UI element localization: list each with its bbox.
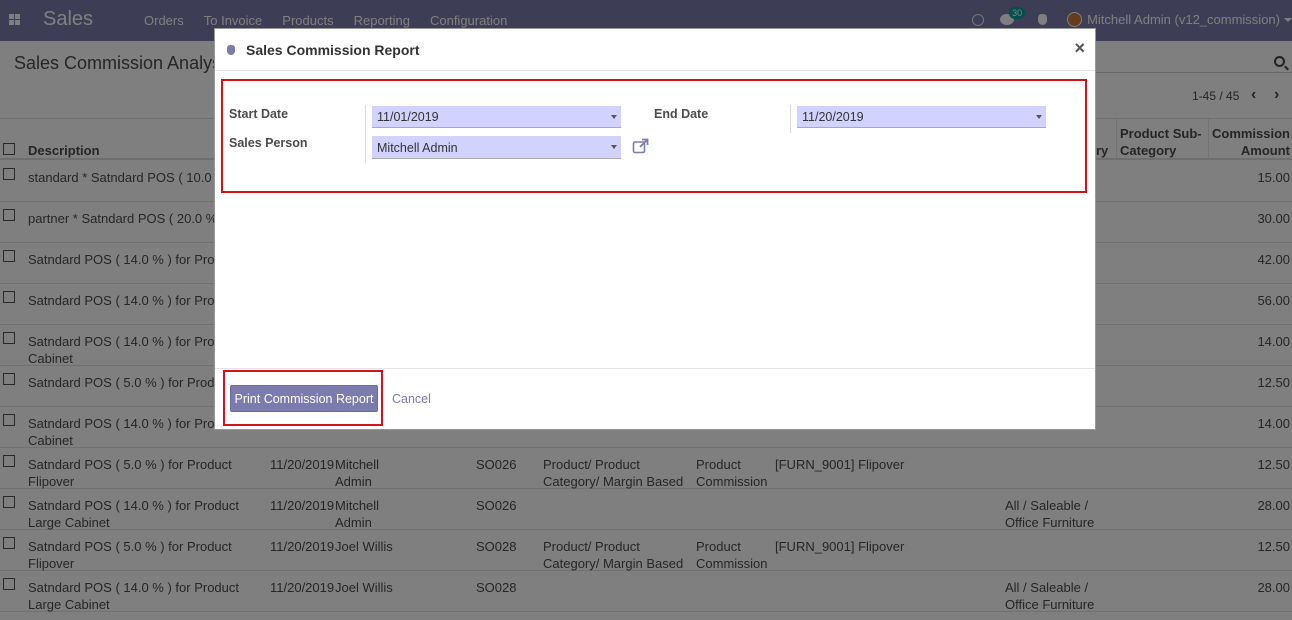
dialog-header: Sales Commission Report ×: [215, 29, 1095, 71]
chevron-down-icon: [611, 115, 617, 119]
dialog-title: Sales Commission Report: [246, 42, 420, 58]
print-commission-report-button[interactable]: Print Commission Report: [230, 385, 378, 412]
field-divider: [365, 105, 366, 163]
external-link-icon[interactable]: [632, 138, 649, 154]
start-date-label: Start Date: [229, 107, 289, 121]
field-divider: [790, 105, 791, 133]
sales-person-label: Sales Person: [229, 136, 308, 150]
end-date-label: End Date: [654, 107, 709, 121]
start-date-value: 11/01/2019: [377, 110, 439, 124]
chevron-down-icon: [611, 145, 617, 149]
sales-commission-dialog: Sales Commission Report × Start Date 11/…: [214, 28, 1096, 430]
sales-person-value: Mitchell Admin: [377, 141, 458, 155]
cancel-button[interactable]: Cancel: [392, 392, 431, 406]
close-icon[interactable]: ×: [1074, 38, 1085, 59]
start-date-field[interactable]: 11/01/2019: [372, 106, 621, 128]
end-date-value: 11/20/2019: [802, 110, 864, 124]
report-filter-form: [221, 79, 1087, 193]
end-date-field[interactable]: 11/20/2019: [797, 106, 1046, 128]
sales-person-field[interactable]: Mitchell Admin: [372, 136, 621, 159]
chevron-down-icon: [1036, 115, 1042, 119]
debug-bug-icon: [227, 45, 235, 55]
